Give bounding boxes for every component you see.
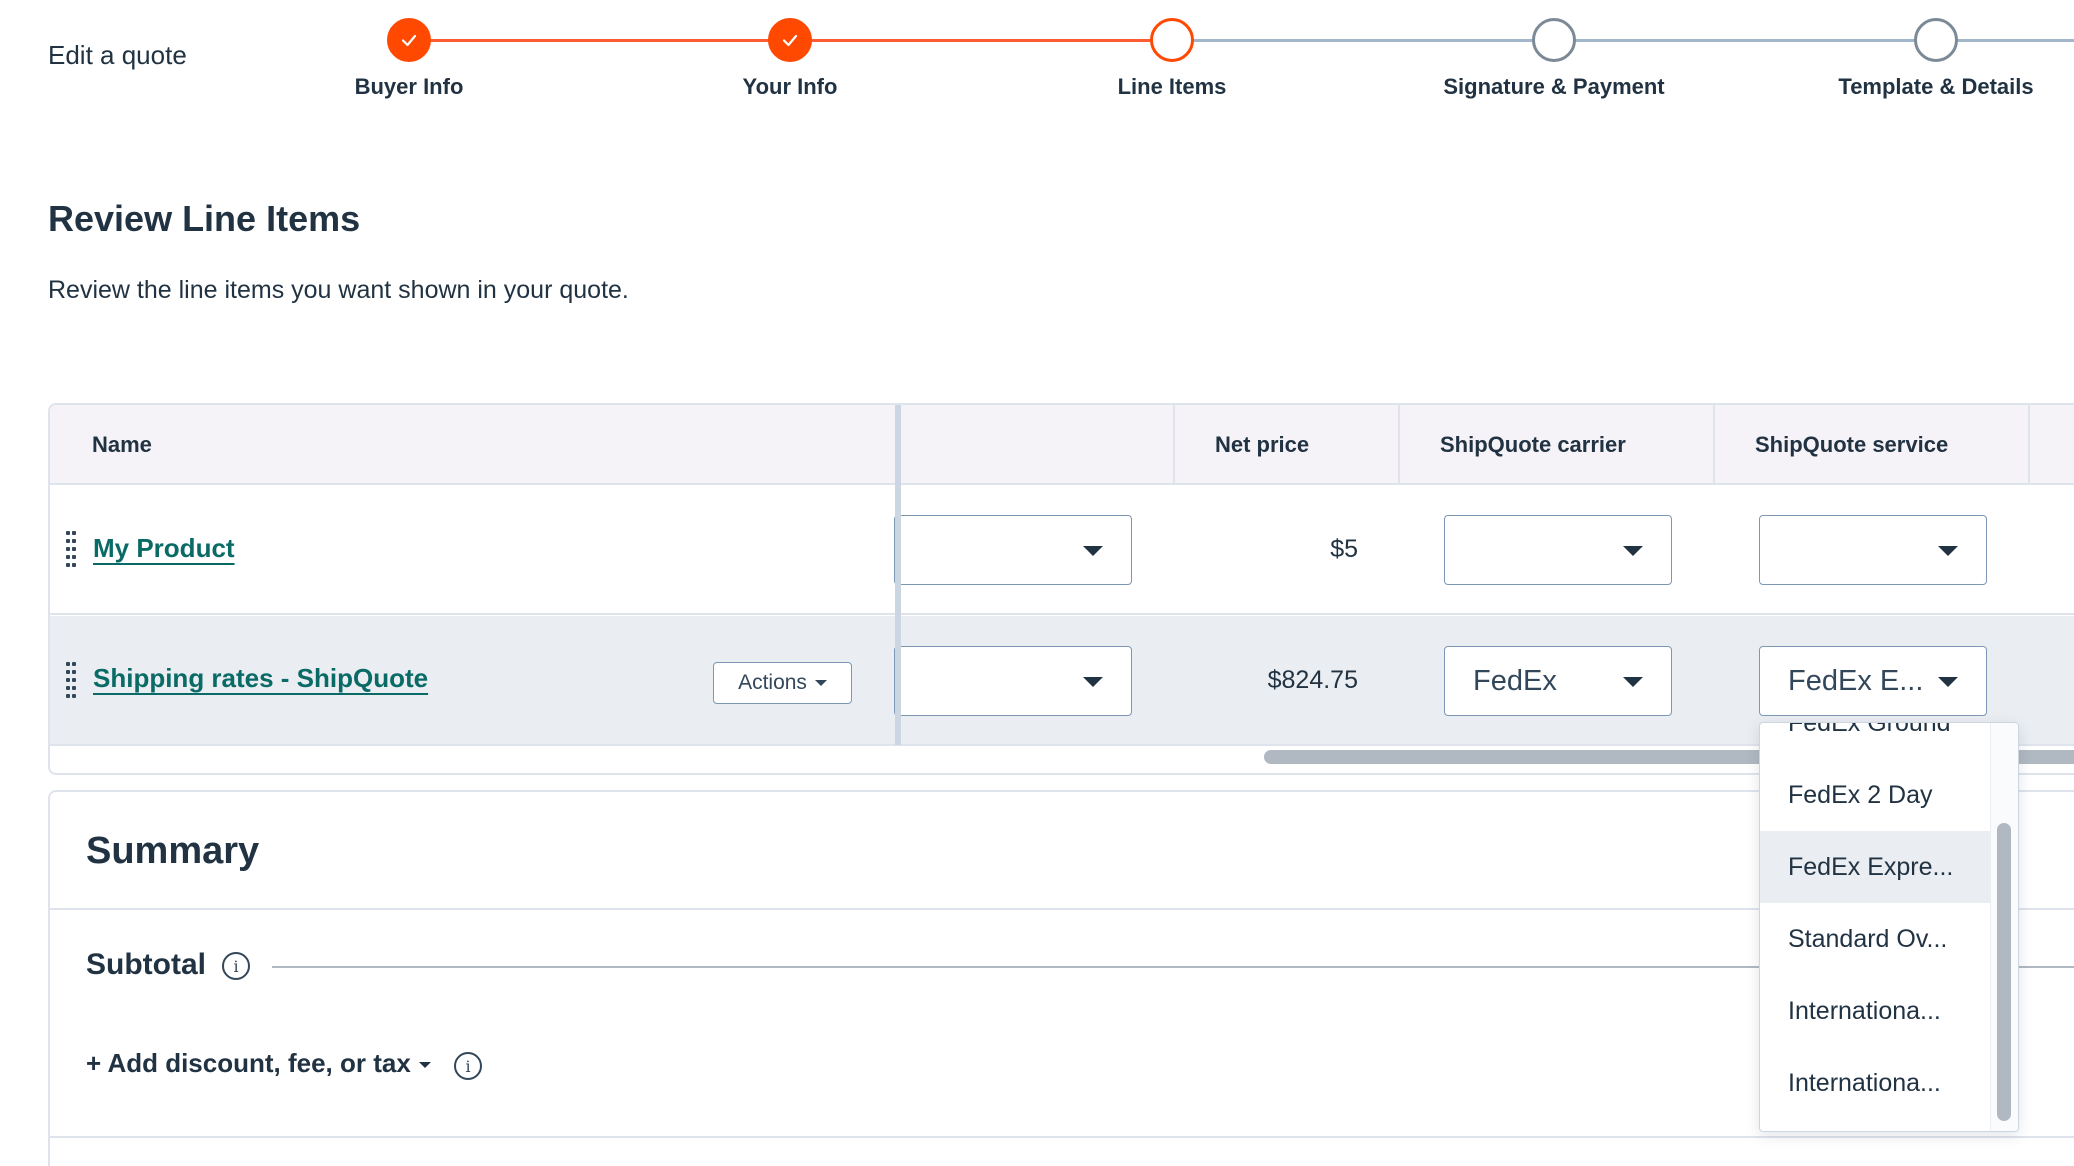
step-label: Buyer Info [354, 74, 464, 99]
line-item-select[interactable] [894, 515, 1132, 585]
actions-label: Actions [738, 671, 807, 694]
column-header-name[interactable]: Name [50, 405, 152, 485]
add-discount-label: + Add discount, fee, or tax [86, 1048, 411, 1078]
line-item-name-link[interactable]: Shipping rates - ShipQuote [93, 663, 428, 694]
chevron-down-icon [1938, 546, 1958, 556]
chevron-down-icon [1083, 677, 1103, 687]
dropdown-scrollbar-thumb[interactable] [1997, 823, 2011, 1121]
carrier-select[interactable]: FedEx [1444, 646, 1672, 716]
summary-title: Summary [86, 830, 260, 872]
chevron-down-icon [1938, 677, 1958, 687]
chevron-down-icon [1623, 546, 1643, 556]
table-row: My Product $5 [50, 485, 2074, 615]
service-select[interactable]: FedEx E... [1759, 646, 1987, 716]
line-item-name-link[interactable]: My Product [93, 533, 235, 564]
pending-step-icon [1532, 18, 1576, 62]
info-icon[interactable]: i [222, 952, 250, 980]
drag-handle-icon[interactable] [66, 531, 76, 569]
table-header: Name Net price ShipQuote carrier ShipQuo… [50, 405, 2074, 485]
check-icon [387, 18, 431, 62]
step-signature-payment[interactable]: Signature & Payment [1404, 18, 1704, 100]
line-items-table: Name Net price ShipQuote carrier ShipQuo… [48, 403, 2074, 775]
caret-down-icon [418, 1061, 431, 1068]
current-step-icon [1150, 18, 1194, 62]
dropdown-option-highlighted[interactable]: FedEx Expre... [1760, 831, 1990, 903]
check-icon [768, 18, 812, 62]
column-header-service[interactable]: ShipQuote service [1713, 405, 1948, 485]
subtotal-label: Subtotal [86, 948, 206, 981]
caret-down-icon [814, 680, 827, 686]
carrier-select[interactable] [1444, 515, 1672, 585]
actions-button[interactable]: Actions [713, 662, 852, 704]
pending-step-icon [1914, 18, 1958, 62]
dropdown-option[interactable]: Standard Ov... [1760, 903, 1990, 975]
service-select[interactable] [1759, 515, 1987, 585]
step-your-info[interactable]: Your Info [640, 18, 940, 100]
divider [50, 1136, 2074, 1138]
dropdown-option[interactable]: FedEx 2 Day [1760, 759, 1990, 831]
chevron-down-icon [1623, 677, 1643, 687]
column-divider [2028, 405, 2030, 485]
column-header-carrier[interactable]: ShipQuote carrier [1398, 405, 1626, 485]
select-value: FedEx E... [1788, 664, 1924, 697]
select-value: FedEx [1473, 664, 1557, 697]
dropdown-scrollbar-track[interactable] [1990, 723, 2018, 1131]
info-icon[interactable]: i [454, 1052, 482, 1080]
dropdown-option[interactable]: Internationa... [1760, 1047, 1990, 1119]
progress-stepper: Buyer Info Your Info Line Items Signatur… [0, 0, 2074, 120]
page-description: Review the line items you want shown in … [48, 276, 629, 304]
line-item-select[interactable] [894, 646, 1132, 716]
step-template-details[interactable]: Template & Details [1786, 18, 2074, 100]
add-discount-fee-tax-button[interactable]: + Add discount, fee, or tax [86, 1048, 431, 1079]
step-line-items[interactable]: Line Items [1022, 18, 1322, 100]
drag-handle-icon[interactable] [66, 662, 76, 700]
dropdown-option[interactable]: FedEx Ground [1760, 723, 1990, 759]
step-label: Your Info [742, 74, 838, 99]
service-dropdown-menu: FedEx Ground FedEx 2 Day FedEx Expre... … [1759, 722, 2019, 1132]
step-label: Line Items [1117, 74, 1227, 99]
step-buyer-info[interactable]: Buyer Info [259, 18, 559, 100]
page-title: Review Line Items [48, 198, 361, 239]
frozen-column-divider[interactable] [895, 405, 901, 745]
step-label: Template & Details [1838, 74, 2034, 99]
net-price-value: $824.75 [1267, 666, 1358, 694]
chevron-down-icon [1083, 546, 1103, 556]
net-price-value: $5 [1330, 535, 1358, 563]
column-header-net-price[interactable]: Net price [1173, 405, 1309, 485]
step-label: Signature & Payment [1443, 74, 1665, 99]
dropdown-option[interactable]: Internationa... [1760, 975, 1990, 1047]
